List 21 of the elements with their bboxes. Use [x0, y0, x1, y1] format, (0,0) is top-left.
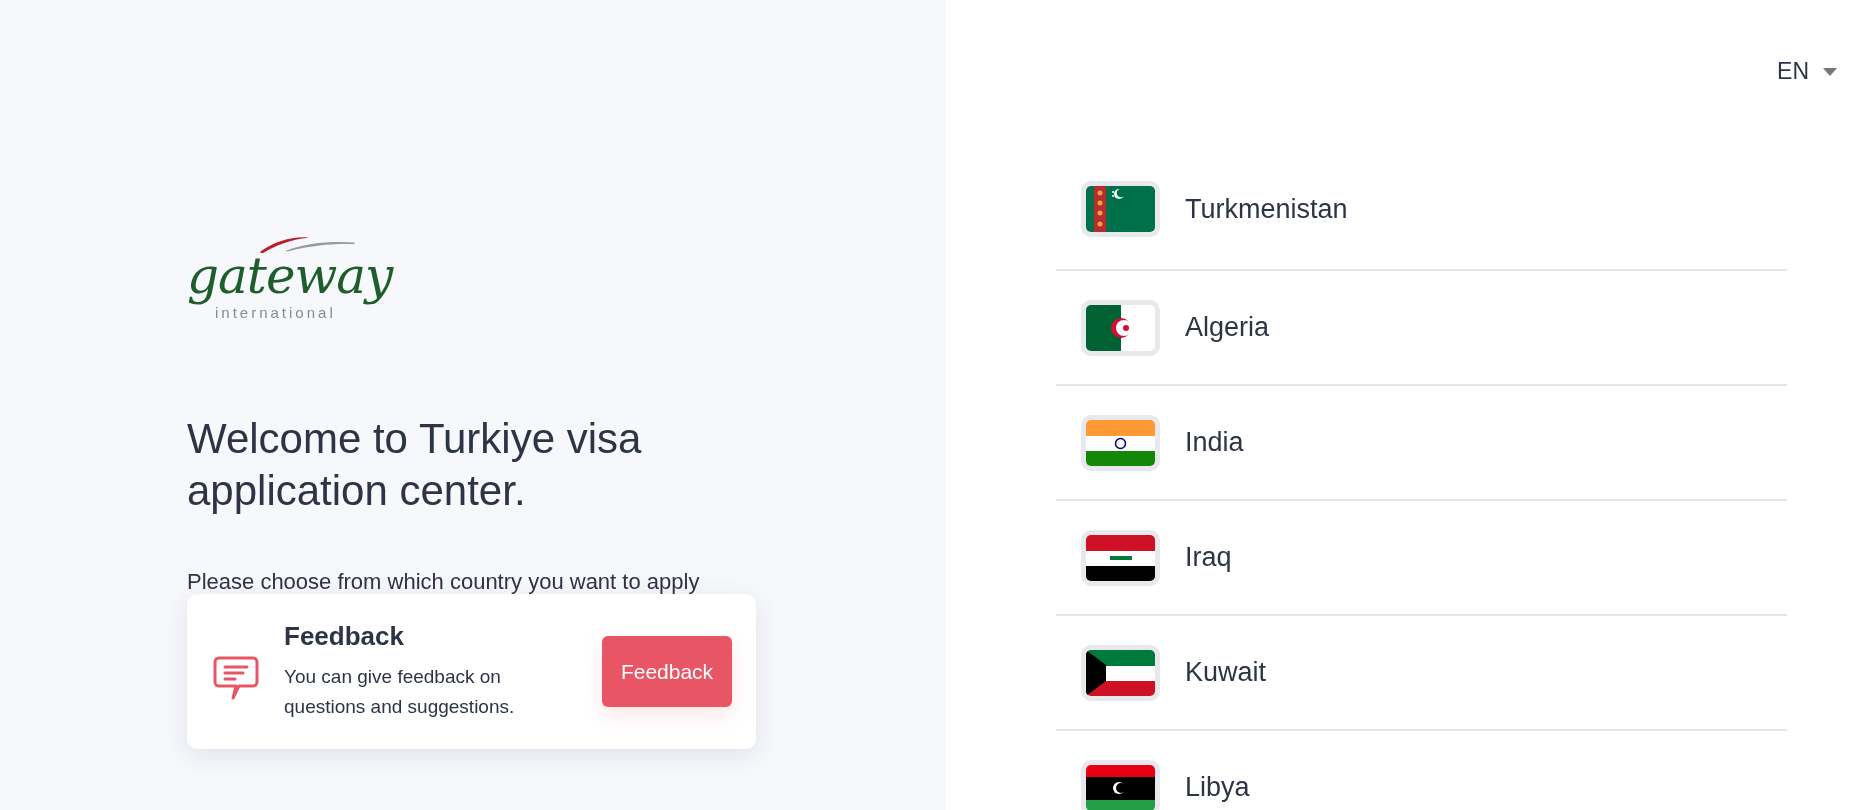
country-item[interactable]: Turkmenistan — [1056, 149, 1787, 271]
feedback-title: Feedback — [284, 621, 405, 652]
flag-icon — [1081, 644, 1160, 701]
flag-icon — [1081, 299, 1160, 356]
country-item[interactable]: India — [1056, 386, 1787, 501]
flag-icon — [1081, 414, 1160, 471]
instruction-text: Please choose from which country you want to apply — [187, 569, 701, 595]
country-item[interactable]: Kuwait — [1056, 616, 1787, 731]
feedback-description: You can give feedback on questions and suggestions. — [284, 665, 516, 719]
caret-icon — [1823, 67, 1837, 76]
welcome-heading: Welcome to Turkiye visa application center. — [187, 414, 643, 516]
chat-icon — [213, 655, 259, 700]
feedback-button[interactable]: Feedback — [602, 636, 732, 707]
country-item[interactable]: Libya — [1056, 731, 1787, 810]
logo-wordmark: gateway — [187, 246, 393, 306]
country-item[interactable]: Iraq — [1056, 501, 1787, 616]
flag-icon — [1081, 529, 1160, 586]
flag-icon — [1081, 181, 1160, 237]
country-item[interactable]: Algeria — [1056, 271, 1787, 386]
language-selector[interactable]: EN — [1777, 58, 1837, 85]
logo-subtitle: international — [215, 304, 336, 321]
